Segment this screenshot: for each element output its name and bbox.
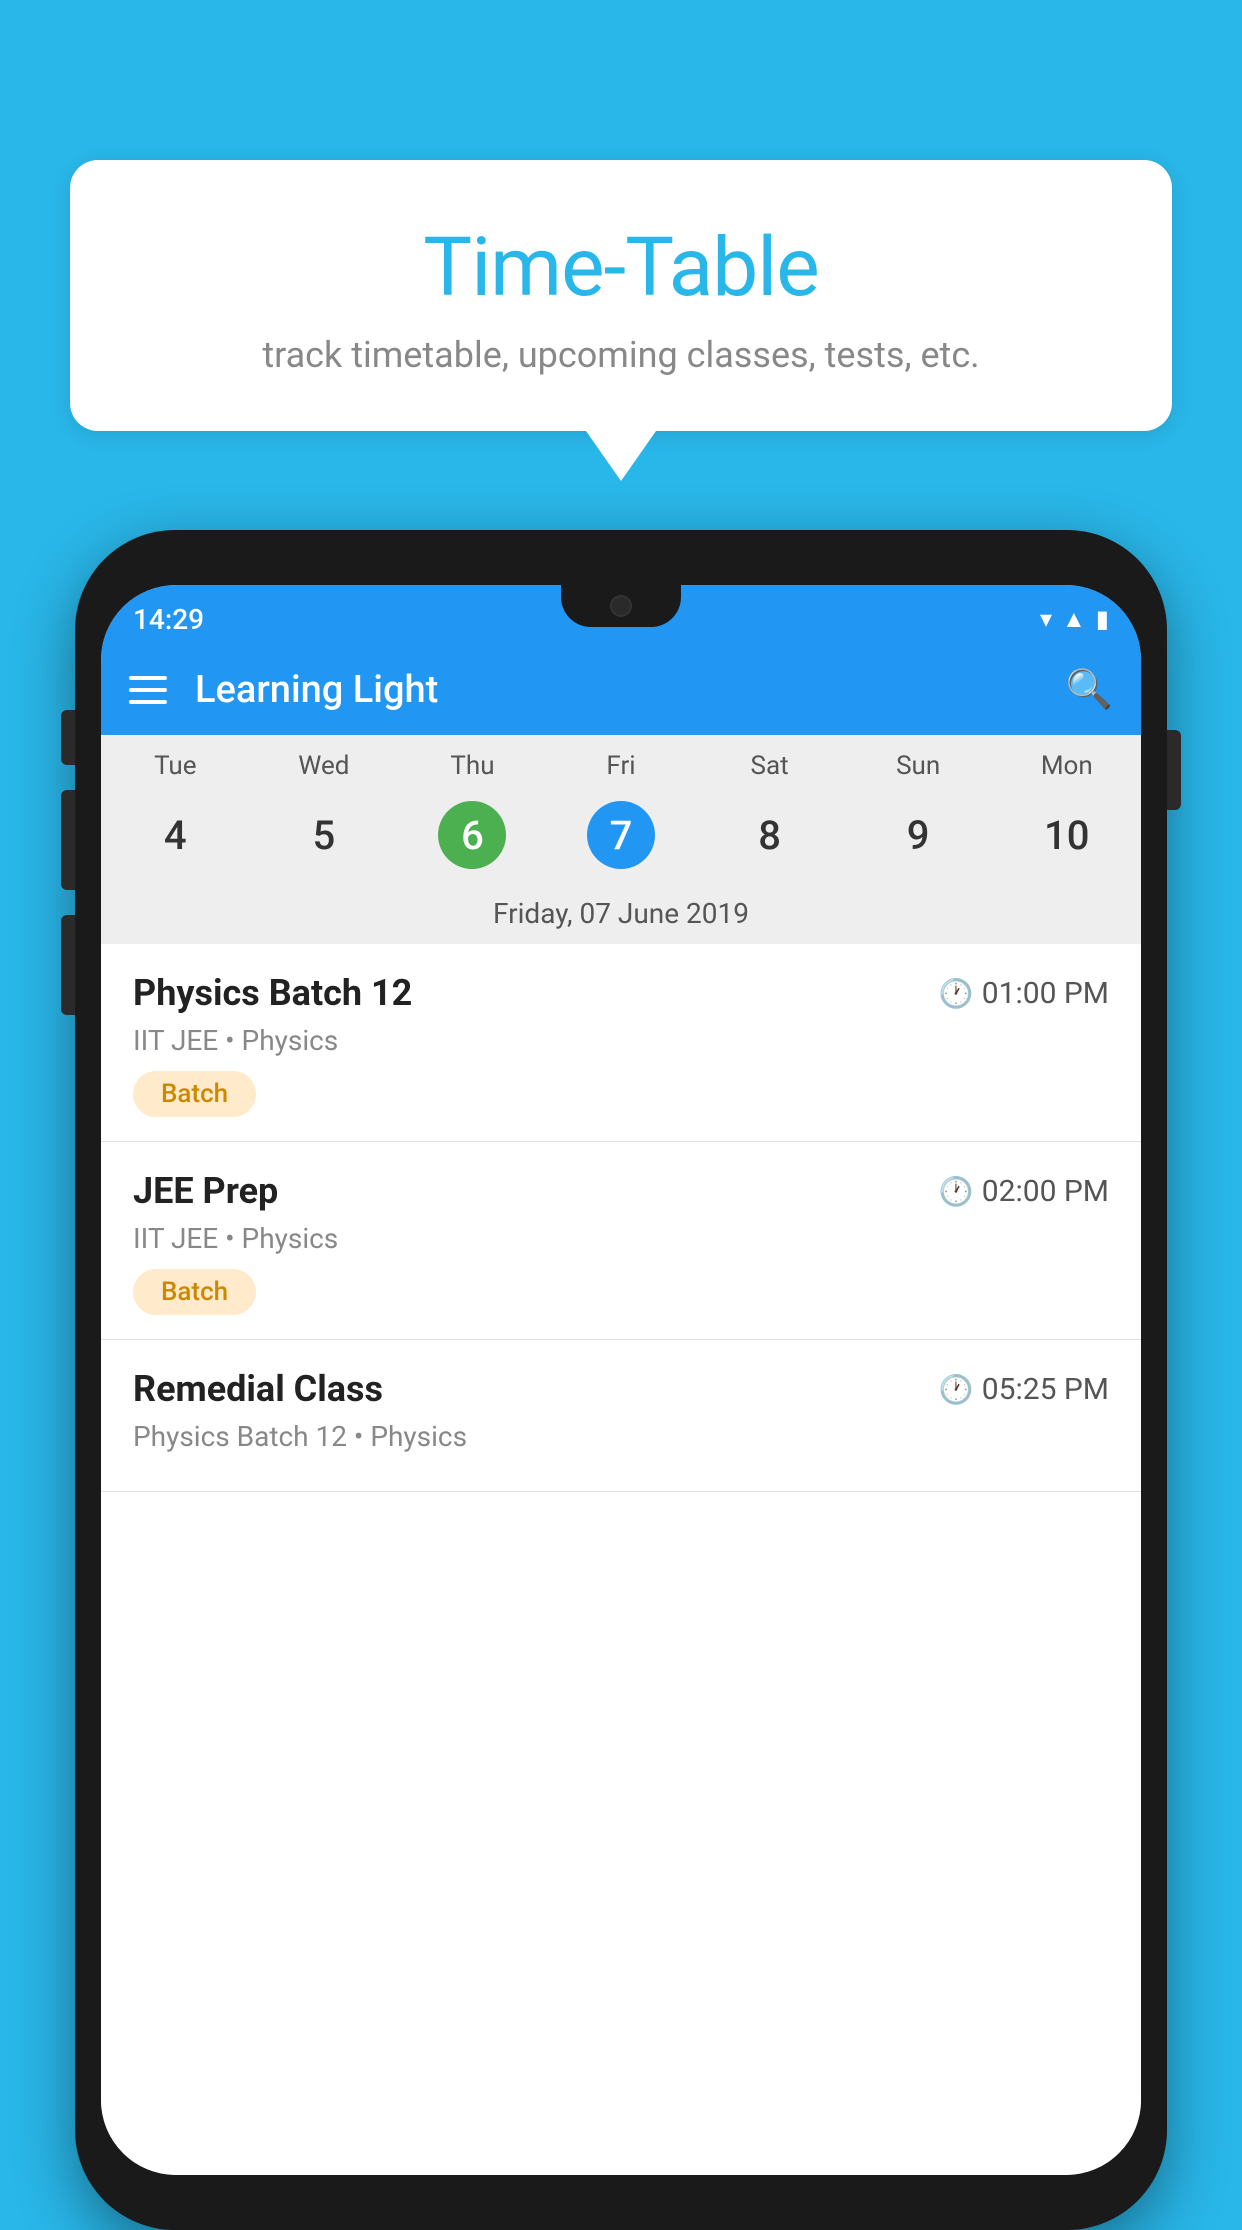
schedule-meta-1: IIT JEE • Physics xyxy=(133,1024,1109,1057)
batch-tag-2: Batch xyxy=(133,1269,256,1315)
schedule-title-1: Physics Batch 12 xyxy=(133,972,412,1014)
date-10[interactable]: 10 xyxy=(992,793,1141,877)
schedule-item-physics[interactable]: Physics Batch 12 🕐 01:00 PM IIT JEE • Ph… xyxy=(101,944,1141,1142)
weekday-mon: Mon xyxy=(992,751,1141,781)
menu-line-2 xyxy=(129,688,167,692)
status-icons: ▾ ▲ ▮ xyxy=(1040,605,1109,634)
calendar-section: Tue Wed Thu Fri Sat Sun Mon 4 5 6 7 8 9 … xyxy=(101,735,1141,944)
bubble-title: Time-Table xyxy=(120,220,1122,316)
weekday-thu: Thu xyxy=(398,751,547,781)
clock-icon-3: 🕐 xyxy=(939,1373,974,1406)
date-5[interactable]: 5 xyxy=(250,793,399,877)
date-7-selected[interactable]: 7 xyxy=(547,793,696,877)
weekday-wed: Wed xyxy=(250,751,399,781)
weekday-tue: Tue xyxy=(101,751,250,781)
volume-up-button xyxy=(61,790,75,890)
weekdays-row: Tue Wed Thu Fri Sat Sun Mon xyxy=(101,735,1141,789)
date-9[interactable]: 9 xyxy=(844,793,993,877)
volume-down-button xyxy=(61,915,75,1015)
date-8[interactable]: 8 xyxy=(695,793,844,877)
status-time: 14:29 xyxy=(133,603,204,636)
schedule-time-2: 🕐 02:00 PM xyxy=(939,1174,1109,1209)
silent-button xyxy=(61,710,75,765)
weekday-sun: Sun xyxy=(844,751,993,781)
schedule-item-header-2: JEE Prep 🕐 02:00 PM xyxy=(133,1170,1109,1212)
schedule-item-header-3: Remedial Class 🕐 05:25 PM xyxy=(133,1368,1109,1410)
schedule-time-1: 🕐 01:00 PM xyxy=(939,976,1109,1011)
battery-icon: ▮ xyxy=(1096,605,1109,633)
schedule-time-3: 🕐 05:25 PM xyxy=(939,1372,1109,1407)
schedule-meta-3: Physics Batch 12 • Physics xyxy=(133,1420,1109,1453)
weekday-sat: Sat xyxy=(695,751,844,781)
signal-icon: ▲ xyxy=(1062,605,1086,634)
app-bar: Learning Light 🔍 xyxy=(101,645,1141,735)
bubble-arrow xyxy=(586,431,656,481)
search-icon[interactable]: 🔍 xyxy=(1066,668,1113,712)
app-title: Learning Light xyxy=(195,668,1038,712)
bubble-subtitle: track timetable, upcoming classes, tests… xyxy=(120,334,1122,376)
phone-notch xyxy=(561,585,681,627)
clock-icon-2: 🕐 xyxy=(939,1175,974,1208)
weekday-fri: Fri xyxy=(547,751,696,781)
power-button xyxy=(1167,730,1181,810)
schedule-item-header-1: Physics Batch 12 🕐 01:00 PM xyxy=(133,972,1109,1014)
schedule-meta-2: IIT JEE • Physics xyxy=(133,1222,1109,1255)
wifi-icon: ▾ xyxy=(1040,605,1052,633)
selected-date-label: Friday, 07 June 2019 xyxy=(101,889,1141,944)
speech-bubble-container: Time-Table track timetable, upcoming cla… xyxy=(70,160,1172,481)
schedule-item-remedial[interactable]: Remedial Class 🕐 05:25 PM Physics Batch … xyxy=(101,1340,1141,1492)
schedule-title-2: JEE Prep xyxy=(133,1170,278,1212)
speech-bubble: Time-Table track timetable, upcoming cla… xyxy=(70,160,1172,431)
dates-row: 4 5 6 7 8 9 10 xyxy=(101,789,1141,889)
menu-line-1 xyxy=(129,676,167,680)
menu-icon[interactable] xyxy=(129,676,167,704)
date-4[interactable]: 4 xyxy=(101,793,250,877)
schedule-container: Physics Batch 12 🕐 01:00 PM IIT JEE • Ph… xyxy=(101,944,1141,2175)
schedule-title-3: Remedial Class xyxy=(133,1368,383,1410)
front-camera xyxy=(610,595,632,617)
date-6-today[interactable]: 6 xyxy=(398,793,547,877)
phone-frame: 14:29 ▾ ▲ ▮ Learning Light 🔍 Tue Wed Thu xyxy=(75,530,1167,2230)
batch-tag-1: Batch xyxy=(133,1071,256,1117)
phone-screen: 14:29 ▾ ▲ ▮ Learning Light 🔍 Tue Wed Thu xyxy=(101,585,1141,2175)
clock-icon-1: 🕐 xyxy=(939,977,974,1010)
menu-line-3 xyxy=(129,700,167,704)
schedule-item-jee[interactable]: JEE Prep 🕐 02:00 PM IIT JEE • Physics Ba… xyxy=(101,1142,1141,1340)
